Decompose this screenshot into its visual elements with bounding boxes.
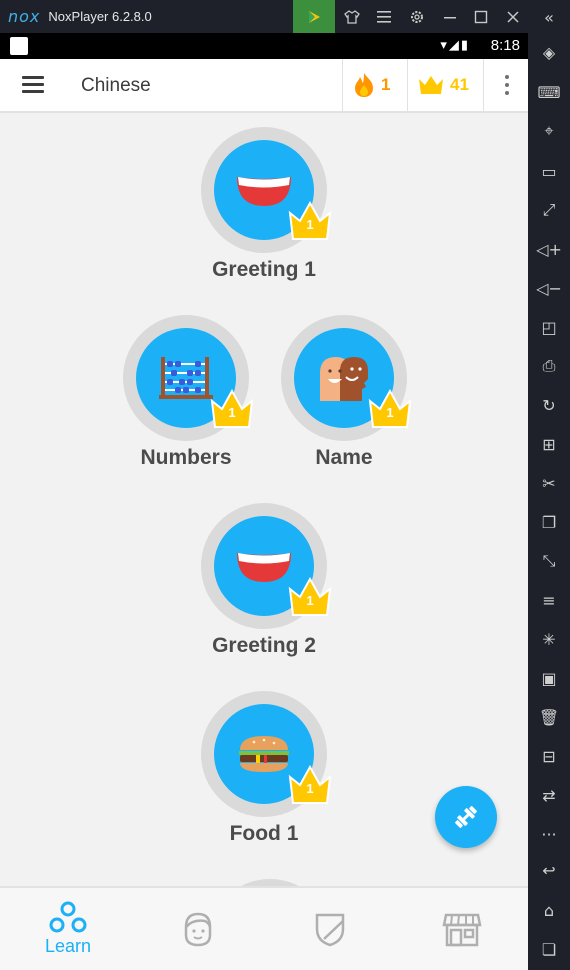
faces-icon xyxy=(320,357,368,401)
video-record-icon[interactable]: ▣ xyxy=(528,664,570,692)
sync-arrows-icon[interactable]: ⇄ xyxy=(528,781,570,809)
nav-tab-leagues[interactable] xyxy=(264,888,396,970)
maximize-icon[interactable] xyxy=(467,0,495,33)
profile-icon xyxy=(184,912,212,947)
scissors-icon[interactable]: ✂ xyxy=(528,469,570,497)
skill-greeting-2[interactable]: 1 Greeting 2 xyxy=(194,503,334,658)
status-time: 8:18 xyxy=(490,37,520,54)
printer-icon[interactable]: ⎙ xyxy=(528,352,570,380)
skill-progress-ring: 1 xyxy=(281,315,412,441)
crown-level: 1 xyxy=(386,405,394,420)
loading-icon[interactable]: ✳ xyxy=(528,625,570,653)
emulator-title-bar: nox NoxPlayer 6.2.8.0 xyxy=(0,0,570,33)
android-status-bar: ▾◢▮ 8:18 xyxy=(0,33,528,59)
practice-dumbbell-button[interactable] xyxy=(435,786,497,848)
skill-progress-ring: 1 xyxy=(123,315,254,441)
keyboard-icon[interactable]: ⌨ xyxy=(528,78,570,106)
fullscreen-icon[interactable]: ⤢ xyxy=(528,196,570,224)
play-icon xyxy=(309,10,320,23)
overflow-menu-icon[interactable] xyxy=(483,59,528,111)
volume-down-icon[interactable]: ◁− xyxy=(528,274,570,302)
skill-progress-ring: 1 xyxy=(201,503,332,629)
skill-name-topic[interactable]: 1 Name xyxy=(274,315,414,470)
skill-name: Numbers xyxy=(140,446,232,469)
shield-icon xyxy=(315,913,345,947)
abacus-icon xyxy=(159,357,213,399)
menu-icon[interactable] xyxy=(370,0,398,33)
minimize-icon[interactable] xyxy=(436,0,464,33)
shop-icon xyxy=(442,913,482,947)
skill-name: Food 1 xyxy=(229,822,299,845)
burger-icon xyxy=(239,736,289,772)
back-icon[interactable]: ↩ xyxy=(528,856,570,884)
streak-count: 1 xyxy=(381,75,391,94)
signal-battery-icon: ▾◢▮ xyxy=(440,37,470,52)
streak-counter[interactable]: 1 xyxy=(342,59,407,111)
trash-icon[interactable]: 🗑︎ xyxy=(528,703,570,731)
app-notification-icon xyxy=(10,37,28,55)
crown-level: 1 xyxy=(306,593,314,608)
skill-progress-ring: 1 xyxy=(201,127,332,253)
volume-up-icon[interactable]: ◁+ xyxy=(528,235,570,263)
nav-label-learn: Learn xyxy=(44,936,92,956)
nav-tab-learn[interactable]: Learn xyxy=(2,888,134,970)
crown-icon xyxy=(419,76,443,94)
location-icon[interactable]: ⌖ xyxy=(528,117,570,145)
recent-apps-icon[interactable]: ❏ xyxy=(528,935,570,963)
resize-icon[interactable]: ⤡ xyxy=(528,547,570,575)
skill-numbers[interactable]: 1 Numbers xyxy=(116,315,256,470)
skill-name: Name xyxy=(315,446,373,469)
crown-level-badge: 1 xyxy=(287,200,333,241)
window-title: NoxPlayer 6.2.8.0 xyxy=(48,9,152,24)
app-bar: Chinese 1 41 xyxy=(0,59,528,113)
apk-install-icon[interactable]: ⊞ xyxy=(528,430,570,458)
close-icon[interactable] xyxy=(499,0,527,33)
multi-instance-icon[interactable]: ❐ xyxy=(528,508,570,536)
crown-level: 1 xyxy=(306,781,314,796)
crown-count: 41 xyxy=(450,75,469,94)
nav-tab-shop[interactable] xyxy=(396,888,528,970)
more-dots-icon[interactable]: ··· xyxy=(528,820,570,848)
nox-logo: nox xyxy=(8,7,41,26)
crown-level-badge: 1 xyxy=(367,388,413,429)
bottom-navigation: Learn xyxy=(0,886,528,970)
crown-level-badge: 1 xyxy=(209,388,255,429)
course-title[interactable]: Chinese xyxy=(81,75,151,97)
hamburger-menu-icon[interactable] xyxy=(22,76,44,94)
smile-icon xyxy=(237,553,291,582)
skin-icon[interactable] xyxy=(338,0,366,33)
crown-level: 1 xyxy=(228,405,236,420)
play-store-button[interactable] xyxy=(293,0,335,33)
crown-level: 1 xyxy=(306,217,314,232)
emulator-sidebar: « ◈ ⌨ ⌖ ▭ ⤢ ◁+ ◁− ◰ ⎙ ↻ ⊞ ✂ ❐ ⤡ ≡ ✳ ▣ 🗑︎… xyxy=(528,0,570,970)
smile-icon xyxy=(237,177,291,206)
crown-level-badge: 1 xyxy=(287,764,333,805)
gamepad-icon[interactable]: ⊟ xyxy=(528,742,570,770)
phone-screen: ▾◢▮ 8:18 Chinese 1 41 1 Greeting 1 1 Num… xyxy=(0,33,528,970)
skill-food-1[interactable]: 1 Food 1 xyxy=(194,691,334,846)
list-icon[interactable]: ≡ xyxy=(528,586,570,614)
nav-tab-profile[interactable] xyxy=(132,888,264,970)
crown-level-badge: 1 xyxy=(287,576,333,617)
skill-name: Greeting 2 xyxy=(212,634,316,657)
skill-name: Greeting 1 xyxy=(212,258,316,281)
settings-gear-icon[interactable] xyxy=(403,0,431,33)
screenshot-icon[interactable]: ◰ xyxy=(528,313,570,341)
learn-icon xyxy=(49,901,87,933)
sidebar-tool-icon[interactable]: ◈ xyxy=(528,38,570,66)
crown-counter[interactable]: 41 xyxy=(407,59,484,111)
home-icon[interactable]: ⌂ xyxy=(528,896,570,924)
dumbbell-icon xyxy=(455,806,477,828)
screen-icon[interactable]: ▭ xyxy=(528,157,570,185)
collapse-sidebar-icon[interactable]: « xyxy=(528,3,570,31)
skill-greeting-1[interactable]: 1 Greeting 1 xyxy=(194,127,334,282)
flame-icon xyxy=(355,73,373,97)
skill-progress-ring: 1 xyxy=(201,691,332,817)
rotate-icon[interactable]: ↻ xyxy=(528,391,570,419)
